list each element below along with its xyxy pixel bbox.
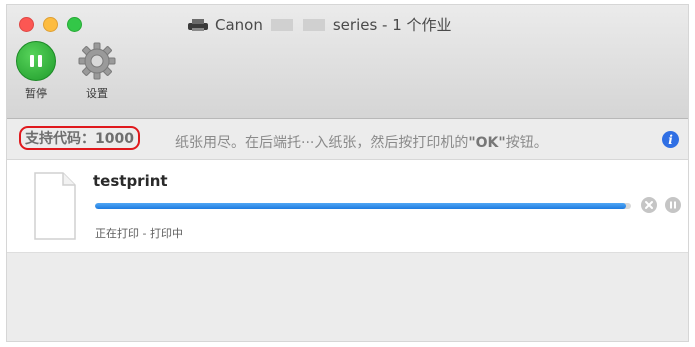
support-code-highlight: 支持代码：1000 [19, 126, 140, 150]
printer-icon [188, 18, 208, 31]
job-progress-fill [95, 203, 626, 209]
title-prefix: Canon [215, 15, 263, 34]
job-name: testprint [93, 172, 168, 190]
print-queue-window: Canon series - 1 个作业 暂停 设置 支持代码：1000 纸张用… [6, 4, 689, 342]
pause-button[interactable]: 暂停 [16, 41, 56, 101]
minimize-window-button[interactable] [43, 17, 58, 32]
redacted-model-name [270, 18, 293, 31]
status-message: 纸张用尽。在后端托···入纸张，然后按打印机的"OK"按钮。 [175, 132, 548, 152]
job-list: testprint 正在打印 - 打印中 [7, 160, 688, 253]
settings-button[interactable]: 设置 [77, 41, 117, 101]
hold-job-icon [670, 201, 676, 209]
status-message-post: 按钮。 [505, 135, 548, 151]
pause-icon [16, 41, 56, 81]
hold-job-button[interactable] [665, 197, 681, 213]
cancel-job-button[interactable] [641, 197, 657, 213]
gear-icon [78, 42, 116, 80]
zoom-window-button[interactable] [67, 17, 82, 32]
title-suffix: series - 1 个作业 [332, 16, 452, 34]
job-list-empty-area [7, 253, 688, 341]
toolbar: Canon series - 1 个作业 暂停 设置 [7, 5, 688, 119]
status-message-pre: 纸张用尽。在后端托···入纸张，然后按打印机的 [175, 135, 469, 151]
info-icon[interactable]: i [662, 131, 679, 148]
document-icon [34, 172, 76, 240]
window-title: Canon series - 1 个作业 [187, 14, 452, 35]
status-message-key: "OK" [468, 135, 506, 151]
close-window-button[interactable] [19, 17, 34, 32]
support-code-text: 支持代码：1000 [25, 131, 134, 147]
job-progress-bar [95, 203, 631, 209]
pause-label: 暂停 [25, 87, 47, 100]
job-status-text: 正在打印 - 打印中 [95, 227, 183, 240]
redacted-model-name-2 [302, 18, 325, 31]
settings-label: 设置 [86, 87, 108, 100]
status-bar: 支持代码：1000 纸张用尽。在后端托···入纸张，然后按打印机的"OK"按钮。… [7, 119, 688, 160]
cancel-job-icon [645, 201, 653, 209]
